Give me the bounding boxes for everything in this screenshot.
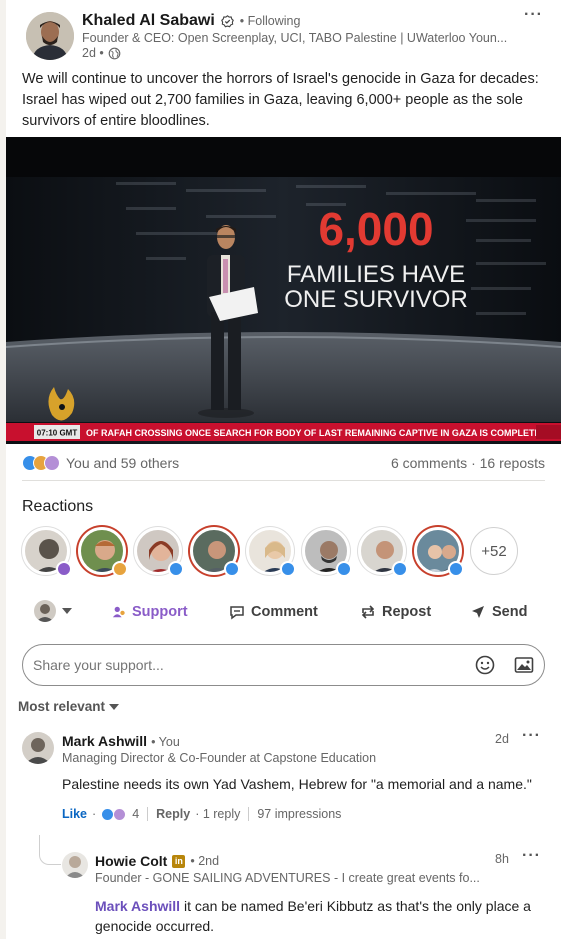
reply-author-line: Howie Colt in • 2nd: [95, 853, 219, 869]
comment-like-count[interactable]: 4: [132, 807, 139, 821]
commenter-avatar[interactable]: [22, 732, 54, 764]
like-badge-icon: [224, 561, 240, 577]
comments-reposts-count[interactable]: 6 comments · 16 reposts: [391, 455, 545, 471]
more-reactors-button[interactable]: +52: [470, 527, 518, 575]
send-label: Send: [492, 604, 528, 620]
actor-switch[interactable]: [34, 600, 72, 622]
big-number-text: 6,000: [318, 203, 433, 255]
comment-author-line: Mark Ashwill • You: [62, 733, 180, 749]
headline-line1: FAMILIES HAVE: [287, 261, 465, 288]
like-badge-icon: [448, 561, 464, 577]
reply-text: Mark Ashwill it can be named Be'eri Kibb…: [95, 896, 550, 936]
reply-mention[interactable]: Mark Ashwill: [95, 898, 180, 914]
like-badge-icon: [392, 561, 408, 577]
headline-line2: ONE SURVIVOR: [284, 286, 468, 313]
comment-time: 2d: [495, 732, 509, 746]
comment-button[interactable]: Comment: [229, 600, 318, 624]
repost-label: Repost: [382, 604, 432, 620]
comment-composer[interactable]: [22, 644, 545, 686]
comment-reply-button[interactable]: Reply: [156, 807, 190, 821]
post-image[interactable]: 6,000 FAMILIES HAVE ONE SURVIVOR 07:10 G…: [6, 137, 561, 444]
sort-label: Most relevant: [18, 699, 106, 714]
globe-icon: [108, 47, 121, 60]
post-more-button[interactable]: ···: [524, 6, 543, 24]
like-badge-icon: [168, 561, 184, 577]
thread-line: [39, 835, 61, 865]
caret-down-icon: [109, 703, 120, 710]
reply-degree: • 2nd: [190, 854, 220, 868]
comment-author-name[interactable]: Mark Ashwill: [62, 733, 147, 749]
actor-avatar: [34, 600, 56, 622]
reactions-title: Reactions: [22, 498, 94, 515]
sort-dropdown[interactable]: Most relevant: [18, 699, 120, 714]
comment-like-button[interactable]: Like: [62, 807, 87, 821]
comment-input[interactable]: [33, 653, 433, 677]
news-broadcast-image: 6,000 FAMILIES HAVE ONE SURVIVOR 07:10 G…: [6, 137, 561, 444]
comment-you-label: • You: [151, 735, 180, 749]
comment-like-sep: ·: [92, 807, 97, 821]
comment-divider: [248, 807, 250, 821]
celebrate-reaction-icon: [44, 455, 60, 471]
reply-author-name[interactable]: Howie Colt: [95, 853, 167, 869]
comment-text: Palestine needs its own Yad Vashem, Hebr…: [62, 776, 532, 792]
following-status: • Following: [239, 14, 301, 28]
reaction-icons[interactable]: [22, 455, 66, 471]
verified-icon: [220, 14, 234, 28]
author-line: Khaled Al Sabawi • Following: [82, 12, 300, 30]
insightful-badge-icon: [112, 561, 128, 577]
repost-icon: [360, 604, 376, 620]
author-avatar[interactable]: [26, 12, 74, 60]
social-divider: [22, 480, 545, 481]
author-headline: Founder & CEO: Open Screenplay, UCI, TAB…: [82, 31, 508, 45]
reply-avatar[interactable]: [62, 852, 88, 878]
reactors-row: +52: [22, 527, 542, 579]
send-icon: [470, 604, 486, 620]
comment-actions: Like · 4 Reply · 1 reply 97 impressions: [62, 807, 341, 821]
post-card: Khaled Al Sabawi • Following Founder & C…: [6, 0, 561, 939]
support-icon: [112, 605, 126, 619]
comment-reaction-icons: [101, 807, 127, 821]
linkedin-badge-icon: in: [172, 854, 186, 868]
comment-author-headline: Managing Director & Co-Founder at Capsto…: [62, 751, 377, 765]
support-label: Support: [132, 604, 188, 620]
comment-divider: [147, 807, 149, 821]
comment-icon: [229, 604, 245, 620]
comment-more-button[interactable]: ···: [522, 727, 541, 745]
post-meta: 2d •: [82, 46, 121, 60]
emoji-icon[interactable]: [475, 655, 495, 675]
comment-reply-count[interactable]: · 1 reply: [195, 807, 240, 821]
support-button[interactable]: Support: [112, 600, 188, 624]
caret-down-icon: [62, 608, 72, 614]
ticker-clock: 07:10 GMT: [37, 429, 78, 438]
reply-author-headline: Founder - GONE SAILING ADVENTURES - I cr…: [95, 871, 480, 885]
post-time: 2d •: [82, 46, 104, 60]
repost-button[interactable]: Repost: [360, 600, 431, 624]
post-body: We will continue to uncover the horrors …: [22, 71, 539, 129]
comment-impressions[interactable]: 97 impressions: [257, 807, 341, 821]
like-badge-icon: [336, 561, 352, 577]
support-badge-icon: [56, 561, 72, 577]
author-name[interactable]: Khaled Al Sabawi: [82, 12, 215, 30]
reply-more-button[interactable]: ···: [522, 847, 541, 865]
comment-label: Comment: [251, 604, 318, 620]
reactions-count[interactable]: You and 59 others: [66, 455, 179, 471]
celebrate-reaction-icon: [113, 807, 127, 821]
image-icon[interactable]: [514, 655, 534, 675]
ticker-text: OF RAFAH CROSSING ONCE SEARCH FOR BODY O…: [86, 428, 541, 438]
send-button[interactable]: Send: [470, 600, 527, 624]
reply-time: 8h: [495, 852, 509, 866]
like-badge-icon: [280, 561, 296, 577]
